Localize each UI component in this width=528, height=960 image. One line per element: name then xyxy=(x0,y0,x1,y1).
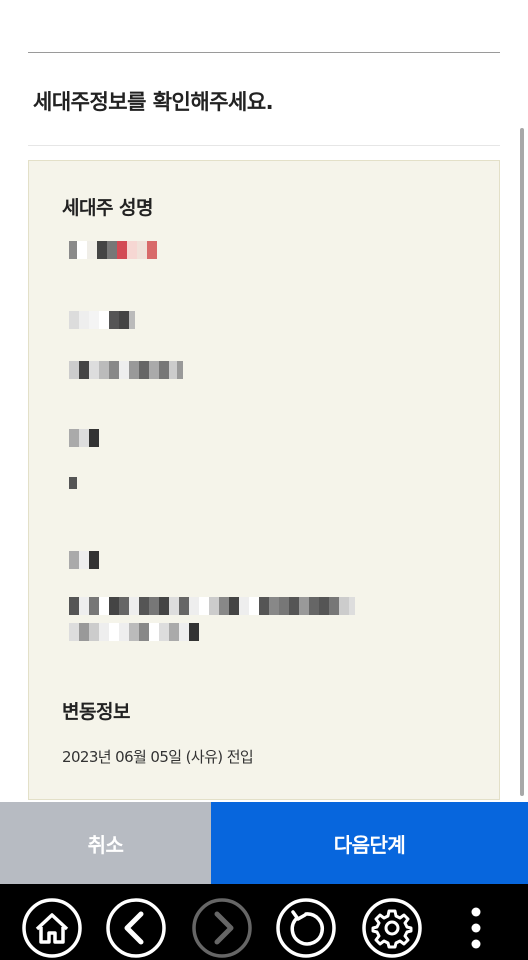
action-button-bar: 취소 다음단계 xyxy=(0,802,528,884)
home-icon[interactable] xyxy=(22,898,82,958)
redacted-field xyxy=(69,477,77,489)
redacted-field xyxy=(69,551,99,569)
scrollbar[interactable] xyxy=(520,128,524,796)
redacted-householder-name xyxy=(69,241,157,259)
back-icon[interactable] xyxy=(106,898,166,958)
householder-name-label: 세대주 성명 xyxy=(62,197,154,219)
title-divider xyxy=(28,145,500,146)
redacted-field xyxy=(69,311,135,329)
top-divider xyxy=(28,52,500,53)
cancel-button[interactable]: 취소 xyxy=(0,802,211,884)
forward-icon xyxy=(192,898,252,958)
redacted-field xyxy=(69,597,355,615)
change-info-label: 변동정보 xyxy=(62,701,130,723)
householder-info-panel: 세대주 성명 변동정보 2023년 06월 05일 (사유) 전입 xyxy=(28,160,500,800)
redacted-field xyxy=(69,361,183,379)
kiosk-nav-bar xyxy=(0,884,528,960)
settings-icon[interactable] xyxy=(362,898,422,958)
refresh-icon[interactable] xyxy=(276,898,336,958)
change-info-value: 2023년 06월 05일 (사유) 전입 xyxy=(62,748,254,766)
next-step-button[interactable]: 다음단계 xyxy=(211,802,528,884)
redacted-field xyxy=(69,429,99,447)
more-icon[interactable] xyxy=(446,898,506,958)
redacted-field xyxy=(69,623,199,641)
page-title: 세대주정보를 확인해주세요. xyxy=(33,90,274,114)
